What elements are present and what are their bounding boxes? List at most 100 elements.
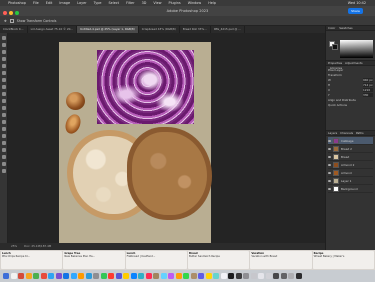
dock-app-icon[interactable] [183, 273, 189, 279]
dock-app-icon[interactable] [265, 273, 272, 279]
zoom-tool-icon[interactable] [1, 169, 6, 173]
dock-app-icon[interactable] [160, 273, 167, 279]
dock-app-icon[interactable] [168, 273, 174, 279]
dock-app-icon[interactable] [10, 273, 17, 279]
show-transform-checkbox[interactable] [9, 19, 14, 23]
visibility-eye-icon[interactable] [328, 155, 331, 158]
dock-app-icon[interactable] [273, 273, 279, 279]
dock-app-icon[interactable] [78, 273, 84, 279]
bread-slice-dark[interactable] [127, 127, 212, 220]
browser-tab[interactable]: Grape Tree New Bakeries Plan Ha... [63, 251, 125, 269]
pen-tool-icon[interactable] [1, 134, 6, 138]
dock-app-icon[interactable] [190, 273, 197, 279]
layer-row[interactable]: Bread [328, 153, 373, 161]
dock-app-icon[interactable] [175, 273, 182, 279]
browser-tab[interactable]: Lunch Pita Chips Recipe Kr... [1, 251, 63, 269]
browser-tab[interactable]: Recipe Wheat Bakery | Maker's [312, 251, 374, 269]
doc-tab[interactable]: Bread Roll 33%... [180, 26, 211, 33]
type-tool-icon[interactable] [1, 141, 6, 145]
visibility-eye-icon[interactable] [328, 163, 331, 166]
layer-row[interactable]: Almond 2 [328, 161, 373, 169]
layer-row[interactable]: Cabbage [328, 137, 373, 145]
tab-paths[interactable]: Paths [356, 131, 364, 135]
layer-row[interactable]: Background [328, 185, 373, 193]
crop-tool-icon[interactable] [1, 64, 6, 68]
dock-app-icon[interactable] [288, 273, 294, 279]
dock-app-icon[interactable] [108, 273, 114, 279]
doc-tab[interactable]: ClockBlock K... [0, 26, 28, 33]
dock-app-icon[interactable] [123, 273, 129, 279]
dock-app-icon[interactable] [18, 273, 24, 279]
browser-tab[interactable]: Bread Butter Sandwich Recipe [187, 251, 250, 269]
dock-app-icon[interactable] [228, 273, 234, 279]
visibility-eye-icon[interactable] [328, 147, 331, 150]
move-tool-icon[interactable]: ✥ [4, 19, 7, 23]
doc-tab[interactable]: Crispbread 43% (RGB/8) [139, 26, 180, 33]
dock-app-icon[interactable] [250, 273, 257, 279]
blur-tool-icon[interactable] [1, 120, 6, 124]
cabbage-image[interactable] [97, 50, 194, 124]
dock-app-icon[interactable] [198, 273, 204, 279]
dock-app-icon[interactable] [70, 273, 77, 279]
visibility-eye-icon[interactable] [328, 179, 331, 182]
dock-app-icon[interactable] [220, 273, 227, 279]
dock-app-icon[interactable] [93, 273, 99, 279]
gradient-tool-icon[interactable] [1, 113, 6, 117]
dock-app-icon[interactable] [40, 273, 47, 279]
path-selection-tool-icon[interactable] [1, 148, 6, 152]
hand-tool-icon[interactable] [1, 162, 6, 166]
clone-stamp-tool-icon[interactable] [1, 92, 6, 96]
dock-app-icon[interactable] [63, 273, 69, 279]
dock-app-icon[interactable] [130, 273, 137, 279]
y-field[interactable]: 330 [363, 93, 373, 97]
brush-tool-icon[interactable] [1, 85, 6, 89]
layer-row[interactable]: Bread 2 [328, 145, 373, 153]
eraser-tool-icon[interactable] [1, 106, 6, 110]
visibility-eye-icon[interactable] [328, 171, 331, 174]
layer-row[interactable]: Layer 1 [328, 177, 373, 185]
background-color-swatch[interactable] [332, 44, 338, 50]
tab-properties[interactable]: Properties [328, 61, 342, 65]
height-field[interactable]: 712 px [363, 83, 373, 87]
dock-app-icon[interactable] [145, 273, 152, 279]
dock-app-icon[interactable] [295, 273, 302, 279]
dock-app-icon[interactable] [85, 273, 92, 279]
share-button[interactable]: Share [348, 8, 363, 14]
tab-channels[interactable]: Channels [340, 131, 353, 135]
dock-app-icon[interactable] [100, 273, 107, 279]
visibility-eye-icon[interactable] [328, 139, 331, 142]
width-field[interactable]: 940 px [363, 78, 373, 82]
lasso-tool-icon[interactable] [1, 50, 6, 54]
doc-tab-active[interactable]: Untitled-4.psd @ 25% (Layer 1, RGB/8) [77, 26, 139, 33]
dock-app-icon[interactable] [55, 273, 62, 279]
tab-swatches[interactable]: Swatches [339, 26, 352, 30]
x-field[interactable]: 1210 [363, 88, 373, 92]
tab-layers[interactable]: Layers [328, 131, 337, 135]
eyedropper-tool-icon[interactable] [1, 71, 6, 75]
tab-adjustments[interactable]: Adjustments [345, 61, 363, 65]
dock-app-icon[interactable] [280, 273, 287, 279]
color-picker-field[interactable] [340, 40, 373, 58]
dock-app-icon[interactable] [153, 273, 159, 279]
dock-app-icon[interactable] [48, 273, 54, 279]
dock-app-icon[interactable] [33, 273, 39, 279]
dock-app-icon[interactable] [243, 273, 249, 279]
browser-tab[interactable]: Lunch Flatbread | Kaufland... [125, 251, 187, 269]
dock-app-icon[interactable] [258, 273, 264, 279]
dock-app-icon[interactable] [205, 273, 212, 279]
dock-app-icon[interactable] [3, 273, 9, 279]
dock-app-icon[interactable] [213, 273, 219, 279]
rectangle-tool-icon[interactable] [1, 155, 6, 159]
doc-tab[interactable]: IMG_4215.psd @ ... [211, 26, 245, 33]
doc-tab[interactable]: Lid Assign Asset 75-10 © 20... [28, 26, 78, 33]
move-tool-icon[interactable] [1, 36, 6, 40]
tab-color[interactable]: Color [328, 26, 335, 30]
magic-wand-tool-icon[interactable] [1, 57, 6, 61]
dock-app-icon[interactable] [25, 273, 32, 279]
visibility-eye-icon[interactable] [328, 187, 331, 190]
dock-app-icon[interactable] [138, 273, 144, 279]
almond-image[interactable] [66, 92, 85, 110]
dock-app-icon[interactable] [235, 273, 242, 279]
dock-app-icon[interactable] [115, 273, 122, 279]
layer-row[interactable]: Almond [328, 169, 373, 177]
